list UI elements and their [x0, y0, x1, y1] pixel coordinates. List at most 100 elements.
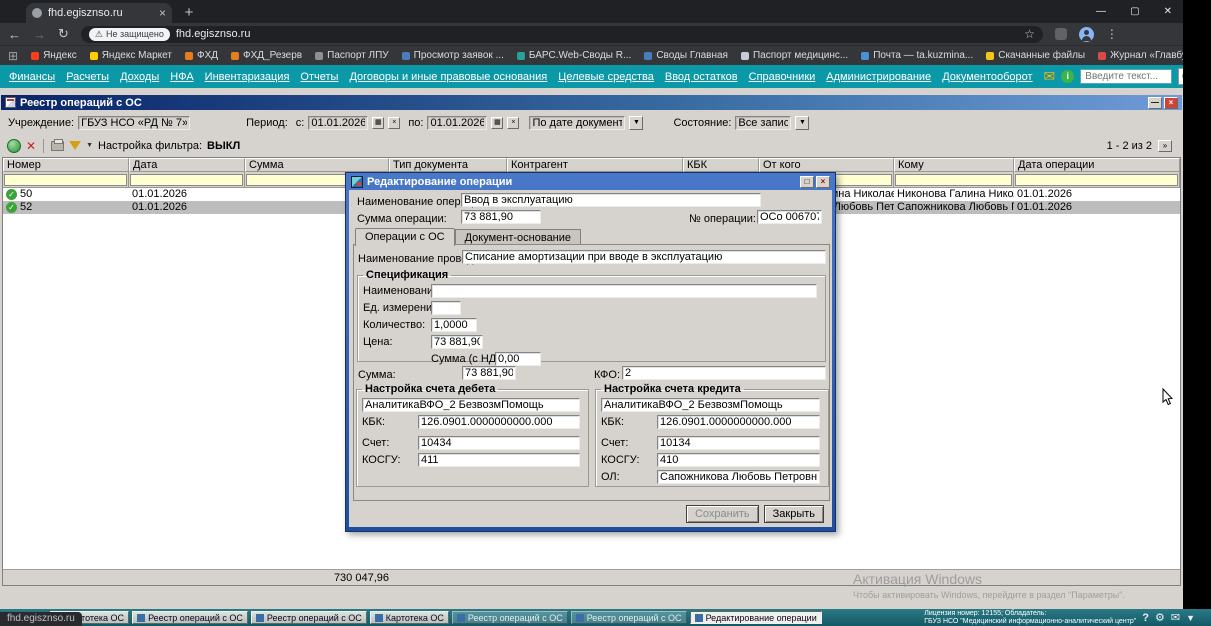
menu-item-otchety[interactable]: Отчеты — [300, 71, 338, 83]
menu-item-vvod-ostatkov[interactable]: Ввод остатков — [665, 71, 738, 83]
credit-account-field[interactable] — [657, 436, 820, 450]
bookmark-item[interactable]: Скачанные файлы — [986, 50, 1085, 61]
chevron-down-icon[interactable]: ▼ — [86, 142, 93, 149]
date-from-field[interactable] — [308, 116, 368, 130]
bookmark-item[interactable]: Почта — ta.kuzmina... — [861, 50, 973, 61]
chevron-down-icon[interactable]: ▼ — [795, 116, 809, 130]
security-badge[interactable]: ⚠ Не защищено — [89, 28, 170, 41]
column-header-data-operacii[interactable]: Дата операции — [1014, 158, 1180, 172]
debit-account-field[interactable] — [418, 436, 580, 450]
op-number-field[interactable] — [757, 210, 822, 224]
window-minimize-button[interactable]: — — [1096, 6, 1106, 17]
clear-date-icon[interactable]: × — [507, 117, 519, 129]
taskbar-button[interactable]: Реестр операций с ОС — [251, 611, 367, 624]
bookmark-item[interactable]: Яндекс Маркет — [90, 50, 172, 61]
bookmark-item[interactable]: ФХД_Резерв — [231, 50, 302, 61]
op-sum-field[interactable] — [461, 210, 541, 224]
taskbar-button[interactable]: Картотека ОС — [370, 611, 449, 624]
filter-icon[interactable] — [69, 141, 81, 150]
entry-name-field[interactable] — [462, 250, 826, 264]
close-button[interactable]: Закрыть — [764, 505, 824, 523]
url-field[interactable]: ⚠ Не защищено fhd.egisznso.ru ☆ — [81, 26, 1043, 43]
sum-field[interactable] — [462, 366, 516, 380]
apps-grid-icon[interactable]: ⊞ — [8, 49, 18, 63]
bookmark-star-icon[interactable]: ☆ — [1024, 27, 1035, 41]
bookmark-item[interactable]: Журнал «Главбух»... — [1098, 50, 1183, 61]
column-header-komu[interactable]: Кому — [894, 158, 1014, 172]
mail-icon[interactable]: ✉ — [1044, 68, 1056, 85]
debit-kbk-field[interactable] — [418, 415, 580, 429]
menu-item-administrirovanie[interactable]: Администрирование — [826, 71, 931, 83]
op-name-field[interactable] — [461, 193, 761, 207]
dialog-restore-button[interactable]: □ — [800, 176, 814, 188]
window-close-button[interactable]: ✕ — [1164, 6, 1172, 17]
menu-item-inventarizaciya[interactable]: Инвентаризация — [205, 71, 290, 83]
registry-title-bar[interactable]: Реестр операций с ОС — × — [1, 95, 1182, 110]
save-button[interactable]: Сохранить — [686, 505, 759, 523]
calendar-icon[interactable]: ▦ — [491, 117, 503, 129]
kfo-field[interactable] — [622, 366, 826, 380]
dialog-title-bar[interactable]: Редактирование операции □ × — [349, 174, 832, 190]
chevron-down-icon[interactable]: ▼ — [629, 116, 643, 130]
taskbar-button[interactable]: Реестр операций с ОС — [571, 611, 687, 624]
print-icon[interactable] — [51, 141, 64, 151]
column-filter-input[interactable] — [4, 174, 127, 186]
bookmark-item[interactable]: Яндекс — [31, 50, 77, 61]
pager-options-button[interactable]: » — [1158, 140, 1172, 152]
menu-item-dogovory[interactable]: Договоры и иные правовые основания — [349, 71, 547, 83]
column-filter-input[interactable] — [1015, 174, 1178, 186]
browser-menu-icon[interactable]: ⋮ — [1106, 27, 1118, 41]
menu-item-spravochniki[interactable]: Справочники — [749, 71, 816, 83]
spec-qty-field[interactable] — [431, 318, 477, 332]
back-icon[interactable]: ← — [8, 27, 21, 42]
taskbar-button-active[interactable]: Редактирование операции — [690, 611, 822, 624]
credit-kosgu-field[interactable] — [657, 453, 820, 467]
delete-icon[interactable]: ✕ — [26, 139, 36, 153]
menu-item-finansy[interactable]: Финансы — [9, 71, 55, 83]
gear-icon[interactable]: ⚙ — [1155, 611, 1165, 624]
refresh-ball-icon[interactable] — [7, 139, 21, 153]
date-to-field[interactable] — [427, 116, 487, 130]
bookmark-item[interactable]: Паспорт медицинс... — [741, 50, 848, 61]
debit-analytics-field[interactable] — [362, 398, 580, 412]
registry-close-button[interactable]: × — [1164, 97, 1178, 109]
credit-analytics-field[interactable] — [601, 398, 820, 412]
column-header-data[interactable]: Дата — [129, 158, 245, 172]
dialog-close-button[interactable]: × — [816, 176, 830, 188]
column-header-ot-kogo[interactable]: От кого — [759, 158, 894, 172]
menu-item-raschety[interactable]: Расчеты — [66, 71, 109, 83]
menu-item-dokumentooborot[interactable]: Документооборот — [942, 71, 1032, 83]
filter-settings-label[interactable]: Настройка фильтра: — [98, 140, 202, 152]
search-input[interactable] — [1080, 69, 1172, 84]
registry-minimize-button[interactable]: — — [1148, 97, 1162, 109]
spec-sum-nds-field[interactable] — [495, 352, 541, 366]
bookmark-item[interactable]: Просмотр заявок ... — [402, 50, 504, 61]
filter-state-value[interactable]: ВЫКЛ — [207, 140, 240, 152]
column-header-kbk[interactable]: КБК — [683, 158, 759, 172]
spec-unit-field[interactable] — [431, 301, 461, 315]
tab-close-icon[interactable]: × — [159, 6, 166, 20]
spec-price-field[interactable] — [431, 335, 483, 349]
taskbar-button[interactable]: Реестр операций с ОС — [132, 611, 248, 624]
bookmark-item[interactable]: Паспорт ЛПУ — [315, 50, 389, 61]
debit-kosgu-field[interactable] — [418, 453, 580, 467]
extension-icon[interactable] — [1055, 28, 1067, 40]
window-maximize-button[interactable]: ▢ — [1130, 6, 1139, 17]
bookmark-item[interactable]: ФХД — [185, 50, 218, 61]
column-filter-input[interactable] — [130, 174, 243, 186]
column-filter-input[interactable] — [895, 174, 1012, 186]
forward-icon[interactable]: → — [33, 27, 46, 42]
menu-item-nfa[interactable]: НФА — [170, 71, 193, 83]
taskbar-button[interactable]: Реестр операций с ОС — [452, 611, 568, 624]
refresh-icon[interactable]: ↻ — [58, 26, 69, 42]
clear-date-icon[interactable]: × — [388, 117, 400, 129]
column-header-nomer[interactable]: Номер — [3, 158, 129, 172]
browser-tab[interactable]: fhd.egisznso.ru × — [26, 3, 172, 23]
info-icon[interactable]: i — [1061, 70, 1074, 83]
state-select[interactable] — [735, 116, 791, 130]
column-header-kontragent[interactable]: Контрагент — [507, 158, 683, 172]
bookmark-item[interactable]: Своды Главная — [644, 50, 728, 61]
credit-kbk-field[interactable] — [657, 415, 820, 429]
date-mode-select[interactable] — [529, 116, 625, 130]
menu-item-celevye-sredstva[interactable]: Целевые средства — [558, 71, 654, 83]
